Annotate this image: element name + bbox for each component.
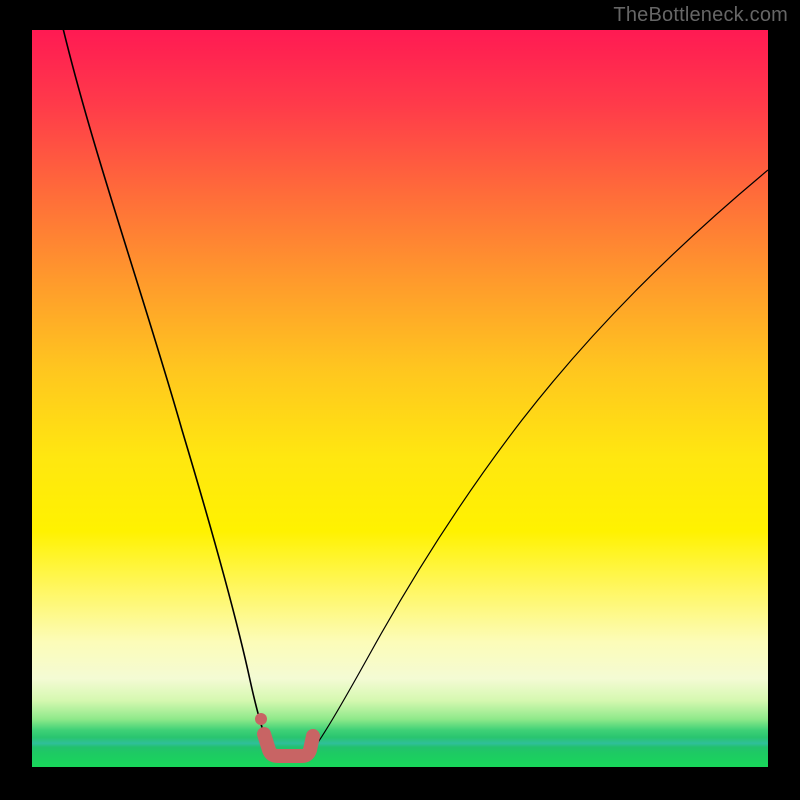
right-curve [308,170,768,756]
chart-frame: TheBottleneck.com [0,0,800,800]
trough-dot [255,713,267,725]
curves-svg [32,30,768,767]
left-curve [61,30,275,756]
trough-marker [264,734,313,756]
plot-area [32,30,768,767]
watermark-label: TheBottleneck.com [613,4,788,27]
